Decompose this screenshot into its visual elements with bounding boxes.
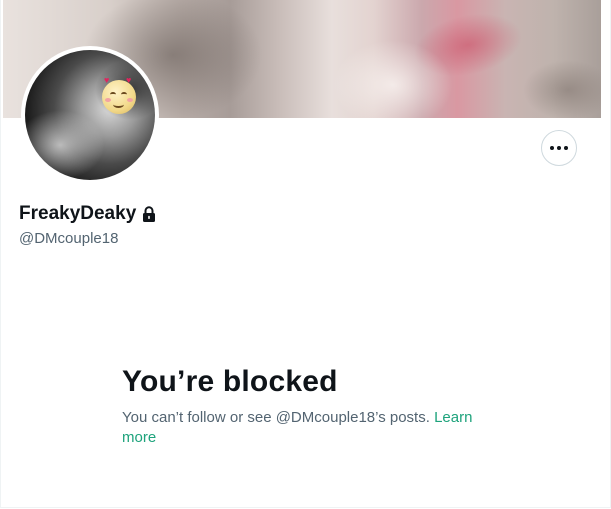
avatar-image: ♥ ♥ xyxy=(25,50,155,180)
smiling-face-with-hearts-icon: ♥ ♥ xyxy=(102,75,136,114)
more-options-button[interactable] xyxy=(541,130,577,166)
profile-page: ♥ ♥ FreakyDeaky @DMcouple18 You’re block… xyxy=(0,0,611,508)
display-name: FreakyDeaky xyxy=(19,203,137,224)
profile-name-row: FreakyDeaky xyxy=(19,203,156,225)
blocked-title: You’re blocked xyxy=(122,365,338,398)
blocked-notice: You’re blocked You can’t follow or see @… xyxy=(122,364,492,448)
blocked-message: You can’t follow or see @DMcouple18’s po… xyxy=(122,408,492,448)
more-horizontal-icon xyxy=(550,146,568,150)
lock-icon xyxy=(143,206,156,222)
avatar[interactable]: ♥ ♥ xyxy=(21,46,159,184)
blocked-message-text: You can’t follow or see @DMcouple18’s po… xyxy=(122,409,435,426)
user-handle: @DMcouple18 xyxy=(19,230,119,247)
